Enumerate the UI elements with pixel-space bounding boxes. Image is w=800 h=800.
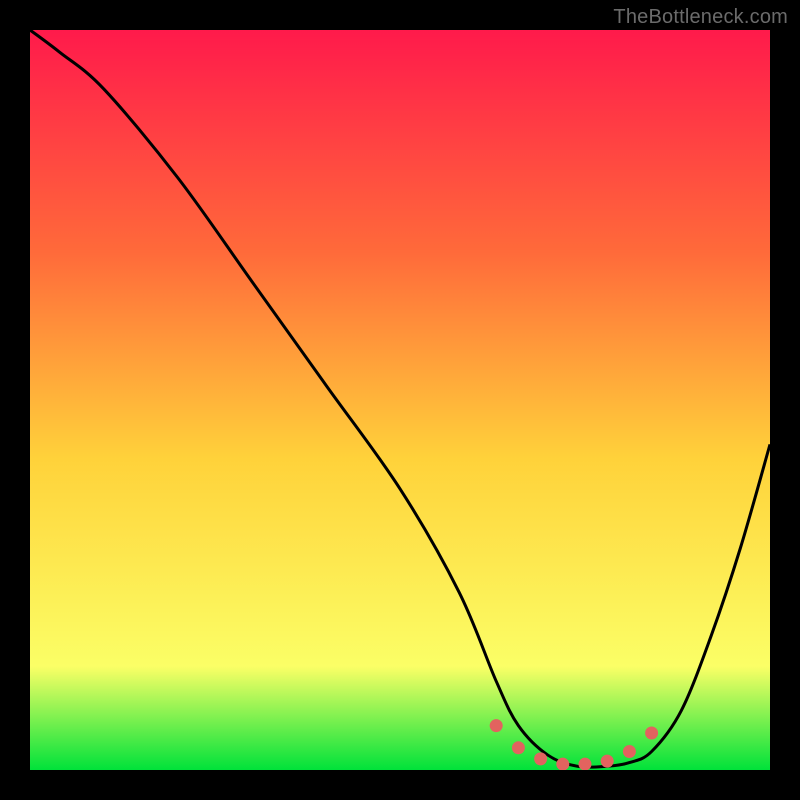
sweet-spot-marker <box>579 758 592 770</box>
watermark-text: TheBottleneck.com <box>613 6 788 29</box>
sweet-spot-marker <box>490 719 503 732</box>
sweet-spot-marker <box>623 745 636 758</box>
chart-svg <box>30 30 770 770</box>
sweet-spot-marker <box>645 727 658 740</box>
sweet-spot-marker <box>601 755 614 768</box>
sweet-spot-marker <box>512 741 525 754</box>
plot-area <box>30 30 770 770</box>
sweet-spot-marker <box>534 752 547 765</box>
gradient-bg <box>30 30 770 770</box>
sweet-spot-marker <box>556 758 569 770</box>
chart-stage: TheBottleneck.com <box>0 0 800 800</box>
